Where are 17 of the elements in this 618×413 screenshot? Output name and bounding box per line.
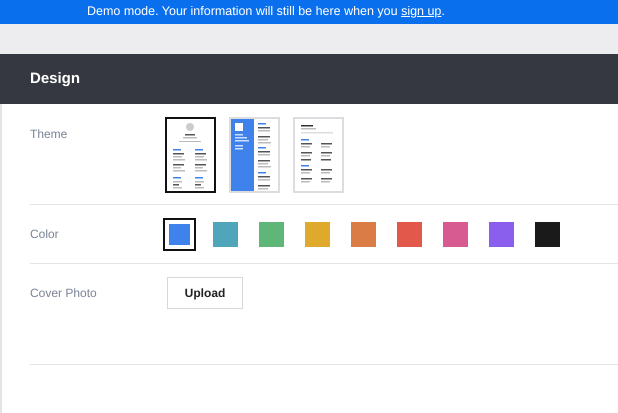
color-swatch[interactable] xyxy=(535,222,560,246)
section-title: Design xyxy=(30,70,80,87)
field-label: Theme xyxy=(30,126,68,143)
color-swatch[interactable] xyxy=(259,222,284,246)
color-swatch[interactable] xyxy=(305,222,330,246)
upload-button[interactable]: Upload xyxy=(167,277,243,309)
color-swatch[interactable] xyxy=(489,222,514,246)
sign-up-link[interactable]: sign up xyxy=(401,4,442,18)
field-label: Cover Photo xyxy=(30,285,98,302)
color-swatch[interactable] xyxy=(397,222,422,246)
color-swatch[interactable] xyxy=(167,222,192,246)
color-swatch[interactable] xyxy=(351,222,376,246)
color-swatch[interactable] xyxy=(213,222,238,246)
theme-option[interactable] xyxy=(165,117,216,193)
color-swatch[interactable] xyxy=(443,222,468,246)
demo-mode-message: Demo mode. Your information will still be here when you sign up. xyxy=(87,4,445,18)
field-label: Color xyxy=(30,227,60,241)
